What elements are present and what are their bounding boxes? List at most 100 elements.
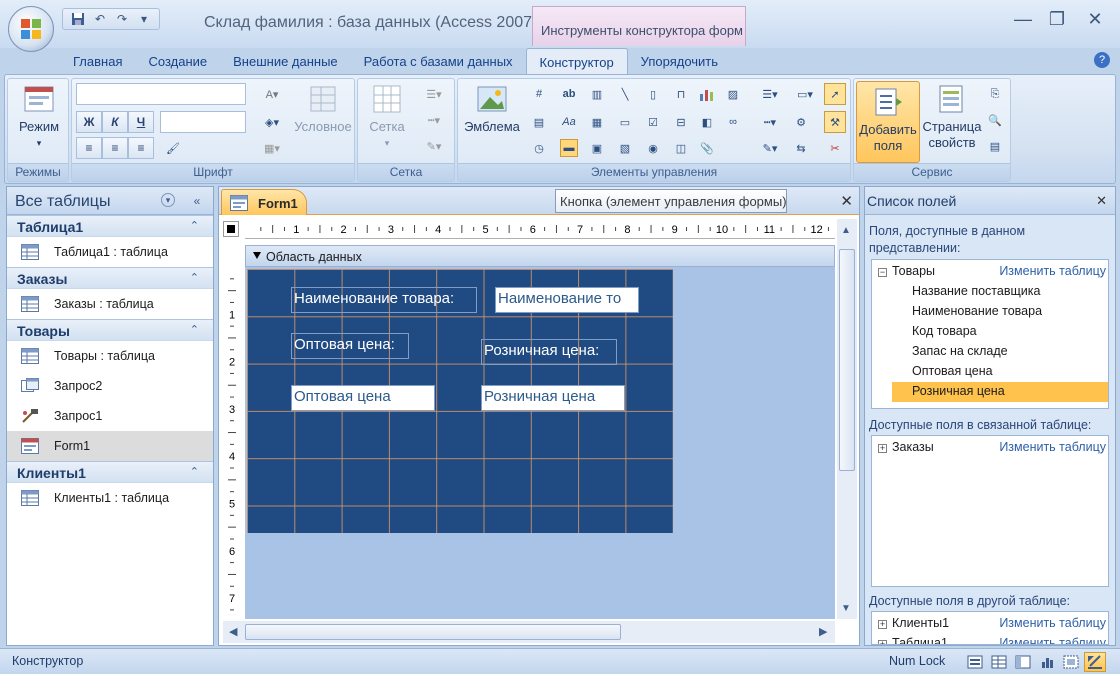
view-button[interactable]: Режим ▾ xyxy=(12,83,66,151)
collapse-group-icon[interactable]: ⌃ xyxy=(190,323,199,336)
nav-item[interactable]: Запрос1 xyxy=(7,401,213,431)
align-right-icon[interactable]: ≡ xyxy=(128,137,154,159)
tab-home[interactable]: Главная xyxy=(60,48,135,74)
property-sheet-small-icon[interactable]: ⚙ xyxy=(792,113,810,131)
title-icon[interactable]: ▤ xyxy=(530,113,548,131)
name-label-control[interactable]: Наименование товара: xyxy=(291,287,477,313)
wholesale-label-control[interactable]: Оптовая цена: xyxy=(291,333,409,359)
tab-form1[interactable]: Form1 xyxy=(221,189,307,215)
grid-style-icon[interactable]: ┅▾ xyxy=(418,111,450,129)
underline-button[interactable]: Ч xyxy=(128,111,154,133)
horizontal-scrollbar[interactable]: ◀ ▶ xyxy=(223,621,835,643)
other-table-node[interactable]: Таблица1 xyxy=(892,636,948,644)
format-painter-icon[interactable]: 🖌 xyxy=(164,139,182,157)
nav-group-clients[interactable]: Клиенты1 ⌃ xyxy=(7,461,213,483)
nav-item[interactable]: Таблица1 : таблица xyxy=(7,237,213,267)
line-thickness-icon[interactable]: ☰▾ xyxy=(754,85,786,103)
list-box-icon[interactable]: ▥ xyxy=(588,85,606,103)
grid-button[interactable]: Сетка ▾ xyxy=(360,83,414,151)
help-icon[interactable]: ? xyxy=(1094,52,1110,68)
subform-in-window-icon[interactable]: ▤ xyxy=(986,137,1004,155)
related-table-node[interactable]: Заказы xyxy=(892,440,934,454)
nav-group-table1[interactable]: Таблица1 ⌃ xyxy=(7,215,213,237)
office-button[interactable] xyxy=(8,6,54,52)
field-item[interactable]: Запас на складе xyxy=(912,344,1008,358)
conditional-format-button[interactable]: Условное xyxy=(292,83,354,135)
line-color-icon[interactable]: ✎▾ xyxy=(754,139,786,157)
other-table-node[interactable]: Клиенты1 xyxy=(892,616,949,630)
retail-label-control[interactable]: Розничная цена: xyxy=(481,339,617,365)
activex-icon[interactable]: ✂ xyxy=(826,139,844,157)
combo-box-icon[interactable]: ▦ xyxy=(588,113,606,131)
tab-database-tools[interactable]: Работа с базами данных xyxy=(351,48,526,74)
unbound-frame-icon[interactable]: ◧ xyxy=(698,113,716,131)
page-break-icon[interactable]: ⊟ xyxy=(672,113,690,131)
field-item[interactable]: Оптовая цена xyxy=(912,364,993,378)
field-item[interactable]: Код товара xyxy=(912,324,977,338)
font-color-icon[interactable]: A▾ xyxy=(254,85,290,103)
nav-group-orders[interactable]: Заказы ⌃ xyxy=(7,267,213,289)
line-type-icon[interactable]: ┅▾ xyxy=(754,113,786,131)
date-time-icon[interactable]: ◷ xyxy=(530,139,548,157)
add-fields-button[interactable]: Добавить поля xyxy=(856,81,920,163)
font-name-combo[interactable] xyxy=(76,83,246,105)
close-document-icon[interactable]: ✕ xyxy=(840,192,853,210)
tab-create[interactable]: Создание xyxy=(135,48,220,74)
toggle-button-icon[interactable]: ▯ xyxy=(644,85,662,103)
control-wizards-icon[interactable]: ⚒ xyxy=(824,111,846,133)
logo-button[interactable]: Эмблема xyxy=(460,83,524,135)
nav-menu-icon[interactable]: ▾ xyxy=(161,193,175,207)
special-effect-icon[interactable]: ▭▾ xyxy=(792,85,818,103)
scroll-down-icon[interactable]: ▼ xyxy=(841,603,851,614)
nav-item[interactable]: Запрос2 xyxy=(7,371,213,401)
table-node[interactable]: Товары xyxy=(892,264,935,278)
grid-width-icon[interactable]: ☰▾ xyxy=(418,85,450,103)
nav-group-products[interactable]: Товары ⌃ xyxy=(7,319,213,341)
form-grid[interactable]: Наименование товара: Наименование то Опт… xyxy=(247,269,673,533)
collapse-icon[interactable]: − xyxy=(878,268,887,277)
nav-item[interactable]: Заказы : таблица xyxy=(7,289,213,319)
rectangle-icon[interactable]: ▭ xyxy=(616,113,634,131)
field-item-selected[interactable]: Розничная цена xyxy=(892,382,1108,402)
hyperlink-icon[interactable]: ∞ xyxy=(724,113,742,131)
save-icon[interactable] xyxy=(69,11,87,27)
collapse-nav-icon[interactable]: « xyxy=(189,193,205,209)
tab-design[interactable]: Конструктор xyxy=(525,48,628,74)
tab-arrange[interactable]: Упорядочить xyxy=(628,48,731,74)
horizontal-scroll-thumb[interactable] xyxy=(245,624,621,640)
chart-control-icon[interactable]: ▧ xyxy=(616,139,634,157)
grid-color-icon[interactable]: ✎▾ xyxy=(418,137,450,155)
tab-order-icon[interactable]: ⇆ xyxy=(792,139,810,157)
bold-button[interactable]: Ж xyxy=(76,111,102,133)
wholesale-textbox-control[interactable]: Оптовая цена xyxy=(291,385,435,411)
redo-icon[interactable]: ↷ xyxy=(113,11,131,27)
design-canvas[interactable]: Наименование товара: Наименование то Опт… xyxy=(245,267,835,619)
nav-item[interactable]: Клиенты1 : таблица xyxy=(7,483,213,513)
collapse-group-icon[interactable]: ⌃ xyxy=(190,465,199,478)
button-control-icon[interactable]: ▬ xyxy=(560,139,578,157)
pivot-chart-view-icon[interactable] xyxy=(1036,652,1058,672)
scroll-up-icon[interactable]: ▲ xyxy=(841,225,851,236)
bound-frame-icon[interactable]: ◫ xyxy=(672,139,690,157)
name-textbox-control[interactable]: Наименование то xyxy=(495,287,639,313)
align-left-icon[interactable]: ≡ xyxy=(76,137,102,159)
tab-control-icon[interactable]: ⊓ xyxy=(672,85,690,103)
form-view-icon[interactable] xyxy=(964,652,986,672)
tab-external-data[interactable]: Внешние данные xyxy=(220,48,351,74)
collapse-group-icon[interactable]: ⌃ xyxy=(190,271,199,284)
nav-title[interactable]: Все таблицы xyxy=(15,193,110,211)
scroll-right-icon[interactable]: ▶ xyxy=(819,625,827,638)
checkbox-icon[interactable]: ☑ xyxy=(644,113,662,131)
property-sheet-button[interactable]: Страница свойств xyxy=(922,83,982,151)
layout-view-icon[interactable] xyxy=(1060,652,1082,672)
retail-textbox-control[interactable]: Розничная цена xyxy=(481,385,625,411)
undo-icon[interactable]: ↶ xyxy=(91,11,109,27)
subform-icon[interactable]: ▣ xyxy=(588,139,606,157)
scroll-left-icon[interactable]: ◀ xyxy=(229,625,237,638)
image-icon[interactable]: ▨ xyxy=(724,85,742,103)
edit-table-link[interactable]: Изменить таблицу xyxy=(999,616,1106,630)
design-view-icon[interactable] xyxy=(1084,652,1106,672)
attachment-icon[interactable]: 📎 xyxy=(698,139,716,157)
nav-item-selected[interactable]: Form1 xyxy=(7,431,213,461)
vertical-scroll-thumb[interactable] xyxy=(839,249,855,471)
